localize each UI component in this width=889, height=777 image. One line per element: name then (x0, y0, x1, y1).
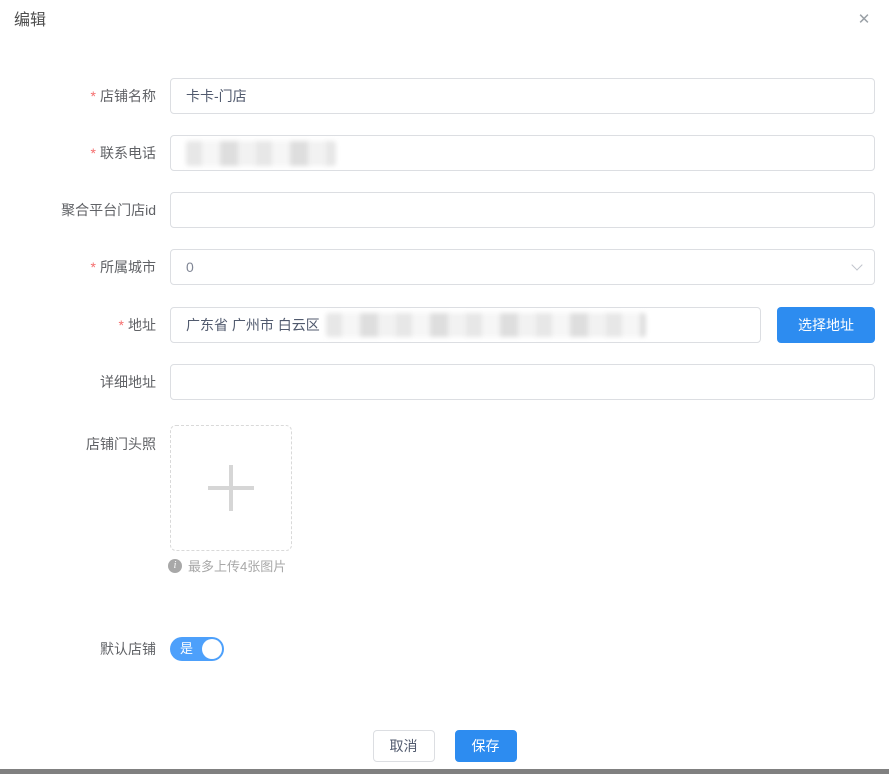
address-input[interactable]: 广东省 广州市 白云区 (170, 307, 761, 343)
phone-label: *联系电话 (0, 135, 156, 171)
required-asterisk: * (91, 145, 96, 161)
save-button[interactable]: 保存 (455, 730, 517, 762)
store-name-row: *店铺名称 (0, 78, 889, 114)
toggle-on-text: 是 (180, 637, 193, 661)
detail-address-input-field[interactable] (186, 374, 859, 390)
upload-hint-text: 最多上传4张图片 (188, 556, 286, 575)
plus-icon (208, 465, 254, 511)
phone-input[interactable] (170, 135, 875, 171)
platform-store-id-input-field[interactable] (186, 202, 859, 218)
detail-address-row: 详细地址 (0, 364, 889, 400)
address-row: *地址 广东省 广州市 白云区 选择地址 (0, 307, 889, 343)
city-select-value: 0 (186, 259, 194, 275)
cancel-button[interactable]: 取消 (373, 730, 435, 762)
required-asterisk: * (119, 317, 124, 333)
default-store-label: 默认店铺 (0, 631, 156, 667)
chevron-down-icon (851, 259, 862, 270)
address-value-prefix: 广东省 广州市 白云区 (186, 315, 320, 335)
platform-store-id-input[interactable] (170, 192, 875, 228)
phone-redacted-value (186, 141, 336, 166)
default-store-toggle[interactable]: 是 (170, 637, 224, 661)
window-bottom-edge (0, 769, 889, 774)
photo-upload-box[interactable] (170, 425, 292, 551)
close-icon[interactable]: ✕ (853, 8, 875, 30)
city-row: *所属城市 0 (0, 249, 889, 285)
city-select[interactable]: 0 (170, 249, 875, 285)
store-name-input[interactable] (170, 78, 875, 114)
upload-hint: i 最多上传4张图片 (168, 556, 286, 575)
platform-store-id-row: 聚合平台门店id (0, 192, 889, 228)
detail-address-label: 详细地址 (0, 364, 156, 400)
storefront-photo-label: 店铺门头照 (0, 425, 156, 455)
dialog-footer: 取消 保存 (0, 730, 889, 762)
phone-row: *联系电话 (0, 135, 889, 171)
store-name-input-field[interactable] (186, 88, 859, 104)
required-asterisk: * (91, 259, 96, 275)
address-redacted-value (326, 313, 646, 337)
dialog-title: 编辑 (14, 11, 46, 31)
storefront-photo-row: 店铺门头照 (0, 425, 889, 551)
city-label: *所属城市 (0, 249, 156, 285)
store-name-label: *店铺名称 (0, 78, 156, 114)
detail-address-input[interactable] (170, 364, 875, 400)
choose-address-button[interactable]: 选择地址 (777, 307, 875, 343)
default-store-row: 默认店铺 是 (0, 631, 889, 667)
info-icon: i (168, 559, 182, 573)
address-label: *地址 (0, 307, 156, 343)
toggle-knob (202, 639, 222, 659)
required-asterisk: * (91, 88, 96, 104)
platform-store-id-label: 聚合平台门店id (0, 192, 156, 228)
